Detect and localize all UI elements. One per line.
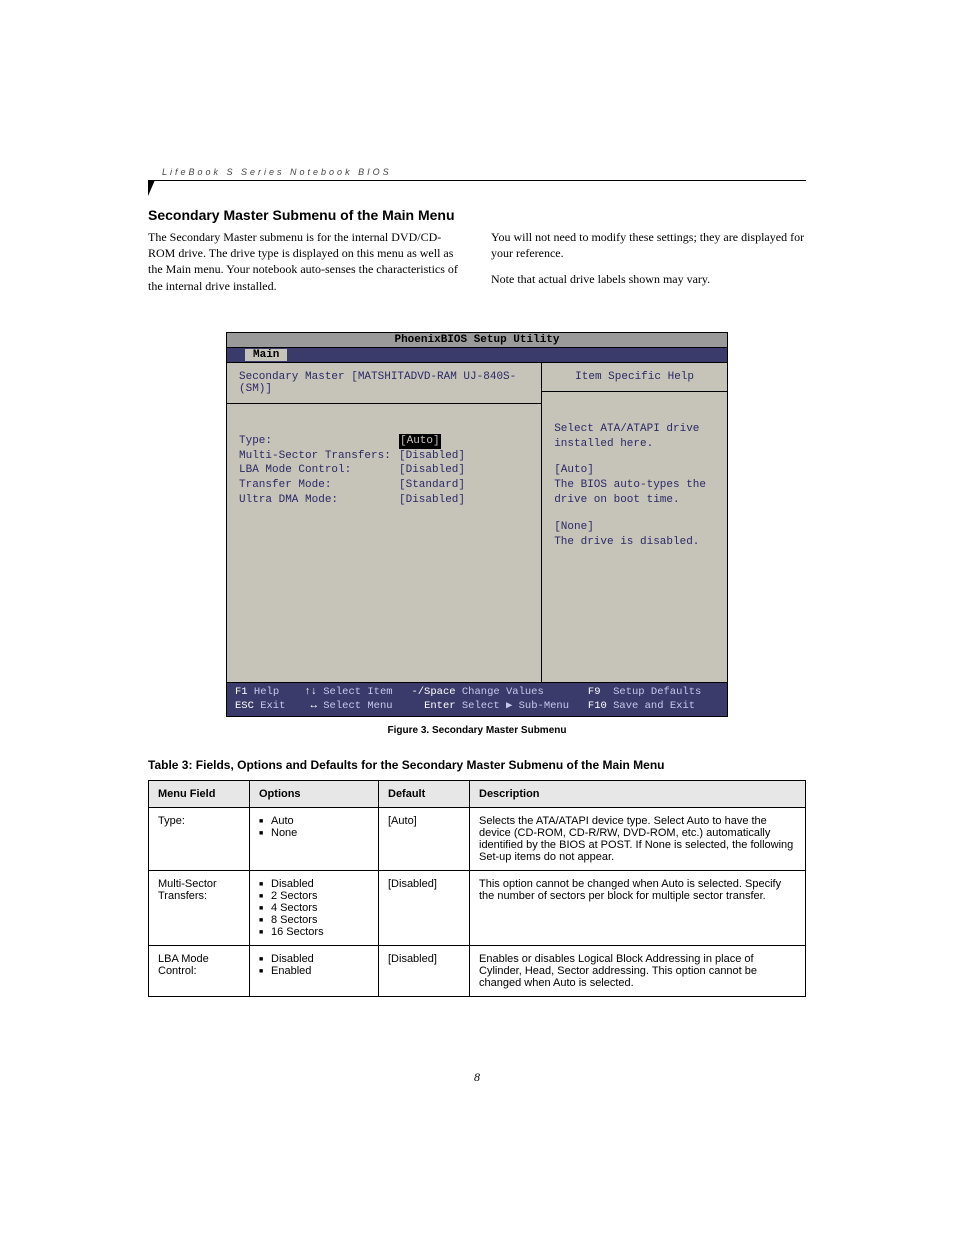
bios-key-f10: F10: [588, 699, 607, 713]
bios-setting-row: Type:[Auto]: [239, 434, 529, 449]
bios-setting-label: Multi-Sector Transfers:: [239, 449, 399, 464]
cell-description: Enables or disables Logical Block Addres…: [470, 946, 806, 997]
cell-default: [Auto]: [379, 808, 470, 871]
page: LifeBook S Series Notebook BIOS Secondar…: [0, 0, 954, 1235]
bios-key-setup-defaults: Setup Defaults: [601, 685, 702, 699]
bios-key-save-exit: Save and Exit: [607, 699, 695, 713]
option-item: 16 Sectors: [259, 926, 369, 938]
cell-menu-field: Type:: [149, 808, 250, 871]
bios-help-paragraph: [Auto] The BIOS auto-types the drive on …: [554, 463, 715, 508]
bios-setting-label: Transfer Mode:: [239, 478, 399, 493]
th-menu-field: Menu Field: [149, 781, 250, 808]
bios-key-updown-icon: ↑↓: [304, 685, 317, 699]
bios-key-help: Help: [248, 685, 305, 699]
running-head-rule: [148, 180, 806, 181]
cell-description: This option cannot be changed when Auto …: [470, 871, 806, 946]
table-row: Type:AutoNone[Auto]Selects the ATA/ATAPI…: [149, 808, 806, 871]
bios-body: Secondary Master [MATSHITADVD-RAM UJ-840…: [227, 363, 727, 682]
option-item: 8 Sectors: [259, 914, 369, 926]
bios-setting-value: [Disabled]: [399, 493, 465, 508]
th-options: Options: [250, 781, 379, 808]
page-number: 8: [0, 1070, 954, 1085]
th-description: Description: [470, 781, 806, 808]
option-item: Enabled: [259, 965, 369, 977]
bios-key-f1: F1: [235, 685, 248, 699]
option-item: None: [259, 827, 369, 839]
bios-help-paragraph: Select ATA/ATAPI drive installed here.: [554, 422, 715, 452]
bios-footer-row-1: F1 Help ↑↓ Select Item -/Space Change Va…: [235, 685, 719, 699]
cell-menu-field: Multi-Sector Transfers:: [149, 871, 250, 946]
running-head-text: LifeBook S Series Notebook BIOS: [162, 167, 806, 177]
option-item: Disabled: [259, 878, 369, 890]
running-head-arrow-icon: [148, 180, 155, 196]
bios-tab-main[interactable]: Main: [245, 349, 287, 361]
bios-key-change-values: Change Values: [456, 685, 588, 699]
bios-title: PhoenixBIOS Setup Utility: [227, 333, 727, 348]
bios-setting-value: [Standard]: [399, 478, 465, 493]
section-heading: Secondary Master Submenu of the Main Men…: [148, 207, 806, 223]
bios-setting-value: [Disabled]: [399, 463, 465, 478]
option-item: Disabled: [259, 953, 369, 965]
cell-options: AutoNone: [250, 808, 379, 871]
bios-setting-row: LBA Mode Control:[Disabled]: [239, 463, 529, 478]
bios-footer-row-2: ESC Exit ↔ Select Menu Enter Select ▶ Su…: [235, 699, 719, 713]
bios-setting-value: [Disabled]: [399, 449, 465, 464]
bios-left-pane: Secondary Master [MATSHITADVD-RAM UJ-840…: [227, 363, 542, 682]
bios-key-f9: F9: [588, 685, 601, 699]
bios-help-header: Item Specific Help: [542, 363, 727, 392]
intro-col-left: The Secondary Master submenu is for the …: [148, 229, 463, 304]
table-header-row: Menu Field Options Default Description: [149, 781, 806, 808]
cell-menu-field: LBA Mode Control:: [149, 946, 250, 997]
intro-right-paragraph-1: You will not need to modify these settin…: [491, 229, 806, 261]
bios-key-enter: Enter: [424, 699, 456, 713]
intro-columns: The Secondary Master submenu is for the …: [148, 229, 806, 304]
bios-key-esc: ESC: [235, 699, 254, 713]
bios-help-text: Select ATA/ATAPI drive installed here. [A…: [542, 392, 727, 682]
intro-right-paragraph-2: Note that actual drive labels shown may …: [491, 271, 806, 287]
bios-left-header: Secondary Master [MATSHITADVD-RAM UJ-840…: [227, 363, 541, 404]
cell-default: [Disabled]: [379, 871, 470, 946]
bios-screenshot: PhoenixBIOS Setup Utility Main Secondary…: [226, 332, 728, 717]
th-default: Default: [379, 781, 470, 808]
figure-caption: Figure 3. Secondary Master Submenu: [148, 725, 806, 736]
bios-key-exit: Exit: [254, 699, 311, 713]
table-row: LBA Mode Control:DisabledEnabled[Disable…: [149, 946, 806, 997]
bios-key-select-menu: Select Menu: [317, 699, 424, 713]
options-table: Menu Field Options Default Description T…: [148, 780, 806, 997]
bios-setting-row: Multi-Sector Transfers:[Disabled]: [239, 449, 529, 464]
bios-tabbar: Main: [227, 348, 727, 363]
bios-settings: Type:[Auto]Multi-Sector Transfers:[Disab…: [227, 404, 541, 628]
bios-setting-row: Ultra DMA Mode:[Disabled]: [239, 493, 529, 508]
option-item: 2 Sectors: [259, 890, 369, 902]
intro-col-right: You will not need to modify these settin…: [491, 229, 806, 304]
bios-footer: F1 Help ↑↓ Select Item -/Space Change Va…: [227, 682, 727, 716]
option-item: Auto: [259, 815, 369, 827]
cell-options: DisabledEnabled: [250, 946, 379, 997]
cell-options: Disabled2 Sectors4 Sectors8 Sectors16 Se…: [250, 871, 379, 946]
bios-key-select-item: Select Item: [317, 685, 412, 699]
running-head: LifeBook S Series Notebook BIOS: [148, 170, 806, 181]
bios-setting-row: Transfer Mode:[Standard]: [239, 478, 529, 493]
bios-key-select-submenu: Select ▶ Sub-Menu: [456, 699, 588, 713]
bios-setting-value[interactable]: [Auto]: [399, 434, 441, 449]
bios-setting-label: Ultra DMA Mode:: [239, 493, 399, 508]
table-caption: Table 3: Fields, Options and Defaults fo…: [148, 758, 806, 772]
cell-description: Selects the ATA/ATAPI device type. Selec…: [470, 808, 806, 871]
bios-setting-label: LBA Mode Control:: [239, 463, 399, 478]
option-item: 4 Sectors: [259, 902, 369, 914]
table-row: Multi-Sector Transfers:Disabled2 Sectors…: [149, 871, 806, 946]
bios-help-paragraph: [None] The drive is disabled.: [554, 520, 715, 550]
cell-default: [Disabled]: [379, 946, 470, 997]
bios-help-pane: Item Specific Help Select ATA/ATAPI driv…: [542, 363, 727, 682]
bios-setting-label: Type:: [239, 434, 399, 449]
intro-left-paragraph: The Secondary Master submenu is for the …: [148, 229, 463, 294]
bios-key-space: -/Space: [411, 685, 455, 699]
